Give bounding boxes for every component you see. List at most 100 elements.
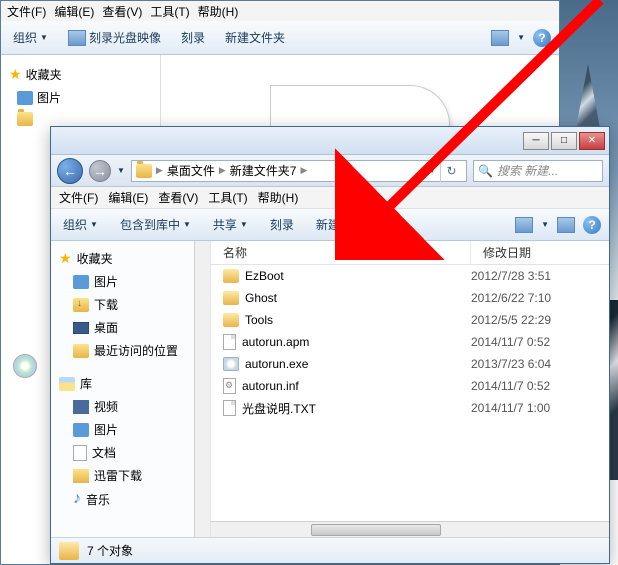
file-type-icon: [223, 400, 236, 416]
thunder-icon: [73, 469, 89, 483]
status-bar: 7 个对象: [51, 537, 609, 563]
file-row[interactable]: autorun.apm 2014/11/7 0:52: [211, 331, 609, 353]
nav-bar: ← → ▼ ▶ 桌面文件 ▶ 新建文件夹7 ▶ ▼ ↻ 🔍 搜索 新建...: [51, 155, 609, 187]
refresh-button[interactable]: ↻: [440, 160, 462, 182]
include-library-button[interactable]: 包含到库中▼: [116, 214, 195, 235]
burn-image-button[interactable]: 刻录光盘映像: [64, 27, 165, 48]
breadcrumb-item[interactable]: 桌面文件: [167, 162, 215, 179]
organize-button[interactable]: 组织▼: [59, 214, 102, 235]
tree-pictures[interactable]: 图片: [9, 86, 152, 109]
disc-icon: [68, 30, 86, 46]
tree-desktop[interactable]: 桌面: [55, 316, 206, 339]
file-row[interactable]: autorun.exe2013/7/23 6:04: [211, 353, 609, 375]
file-date: 2012/7/28 3:51: [471, 269, 551, 283]
help-icon[interactable]: ?: [533, 29, 551, 47]
cd-icon[interactable]: [13, 354, 37, 378]
horizontal-scrollbar[interactable]: [211, 521, 609, 537]
breadcrumb-sep: ▶: [300, 165, 307, 176]
menu-view[interactable]: 查看(V): [158, 189, 198, 206]
burn-button[interactable]: 刻录: [266, 214, 298, 235]
tree-pictures-lib[interactable]: 图片: [55, 418, 206, 441]
file-list: EzBoot 2012/7/28 3:51 Ghost 2012/6/22 7:10 T…: [211, 265, 609, 521]
file-date: 2014/11/7 1:00: [471, 401, 550, 415]
pictures-icon: [17, 91, 33, 105]
search-input[interactable]: 🔍 搜索 新建...: [473, 160, 603, 182]
tree-recent[interactable]: 最近访问的位置: [55, 339, 206, 362]
file-name: Ghost: [245, 291, 277, 305]
organize-button[interactable]: 组织▼: [9, 27, 52, 48]
view-mode-icon[interactable]: [515, 217, 533, 233]
star-icon: ★: [59, 250, 72, 267]
file-row[interactable]: 光盘说明.TXT 2014/11/7 1:00: [211, 397, 609, 419]
tree-pictures[interactable]: 图片: [55, 270, 206, 293]
breadcrumb-item[interactable]: 新建文件夹7: [230, 162, 297, 179]
nav-forward-button[interactable]: →: [89, 160, 111, 182]
file-type-icon: [223, 334, 236, 350]
file-content-area: 名称 修改日期 EzBoot 2012/7/28 3:51 Ghost 2012/6/…: [211, 241, 609, 537]
menu-edit[interactable]: 编辑(E): [108, 189, 148, 206]
downloads-icon: [73, 298, 89, 312]
music-icon: ♪: [73, 490, 81, 508]
documents-icon: [73, 445, 87, 461]
nav-tree: ★收藏夹 图片 下载 桌面 最近访问的位置 库 视频 图片 文档 迅雷下载 ♪音…: [51, 241, 211, 537]
close-button[interactable]: ✕: [579, 132, 605, 150]
maximize-button[interactable]: □: [551, 132, 577, 150]
menu-file[interactable]: 文件(F): [59, 189, 98, 206]
menu-help[interactable]: 帮助(H): [198, 3, 239, 19]
help-icon[interactable]: ?: [583, 216, 601, 234]
tree-music[interactable]: ♪音乐: [55, 487, 206, 511]
burn-button[interactable]: 刻录: [177, 27, 209, 48]
tree-scrollbar[interactable]: [194, 241, 210, 537]
file-row[interactable]: EzBoot 2012/7/28 3:51: [211, 265, 609, 287]
nav-back-button[interactable]: ←: [57, 158, 83, 184]
file-name: 光盘说明.TXT: [242, 400, 316, 417]
tree-thunder[interactable]: 迅雷下载: [55, 464, 206, 487]
file-date: 2012/6/22 7:10: [471, 291, 551, 305]
status-count: 7 个对象: [87, 542, 133, 559]
view-mode-icon[interactable]: [491, 30, 509, 46]
breadcrumb[interactable]: ▶ 桌面文件 ▶ 新建文件夹7 ▶ ▼ ↻: [131, 160, 467, 182]
preview-pane-icon[interactable]: [557, 217, 575, 233]
minimize-button[interactable]: ─: [523, 132, 549, 150]
file-type-icon: [223, 269, 239, 283]
column-name[interactable]: 名称: [211, 241, 471, 264]
folder-icon: [59, 542, 79, 560]
menu-edit[interactable]: 编辑(E): [54, 3, 94, 19]
nav-history-dropdown[interactable]: ▼: [117, 166, 125, 175]
tree-library[interactable]: 库: [55, 372, 206, 395]
file-date: 2014/11/7 0:52: [471, 335, 550, 349]
menu-tools[interactable]: 工具(T): [150, 3, 189, 19]
column-date[interactable]: 修改日期: [471, 244, 609, 261]
share-button[interactable]: 共享▼: [209, 214, 252, 235]
tree-documents[interactable]: 文档: [55, 441, 206, 464]
new-folder-button[interactable]: 新建文件夹: [221, 27, 289, 48]
title-bar[interactable]: ─ □ ✕: [51, 127, 609, 155]
column-headers: 名称 修改日期: [211, 241, 609, 265]
menu-tools[interactable]: 工具(T): [208, 189, 247, 206]
file-row[interactable]: Ghost 2012/6/22 7:10: [211, 287, 609, 309]
file-name: autorun.inf: [242, 379, 299, 393]
tree-favorites[interactable]: ★收藏夹: [9, 63, 152, 86]
toolbar: 组织▼ 包含到库中▼ 共享▼ 刻录 新建文件夹 ▼ ?: [51, 209, 609, 241]
breadcrumb-sep: ▶: [219, 165, 226, 176]
tree-videos[interactable]: 视频: [55, 395, 206, 418]
file-type-icon: [223, 357, 239, 371]
tree-downloads[interactable]: 下载: [55, 293, 206, 316]
tree-favorites[interactable]: ★收藏夹: [55, 247, 206, 270]
pictures-icon: [73, 275, 89, 289]
library-icon: [59, 377, 75, 391]
star-icon: ★: [9, 66, 22, 83]
file-name: EzBoot: [245, 269, 284, 283]
toolbar-back: 组织▼ 刻录光盘映像 刻录 新建文件夹 ▼ ?: [1, 21, 559, 55]
breadcrumb-dropdown[interactable]: ▼: [428, 166, 436, 175]
search-placeholder: 搜索 新建...: [497, 162, 558, 179]
file-row[interactable]: autorun.inf2014/11/7 0:52: [211, 375, 609, 397]
scrollbar-thumb[interactable]: [311, 524, 441, 536]
menu-file[interactable]: 文件(F): [7, 3, 46, 19]
desktop-cd-icon-area: [0, 346, 50, 386]
new-folder-button[interactable]: 新建文件夹: [312, 214, 380, 235]
file-row[interactable]: Tools2012/5/5 22:29: [211, 309, 609, 331]
menu-help[interactable]: 帮助(H): [258, 189, 299, 206]
file-name: autorun.apm: [242, 335, 309, 349]
menu-view[interactable]: 查看(V): [102, 3, 142, 19]
